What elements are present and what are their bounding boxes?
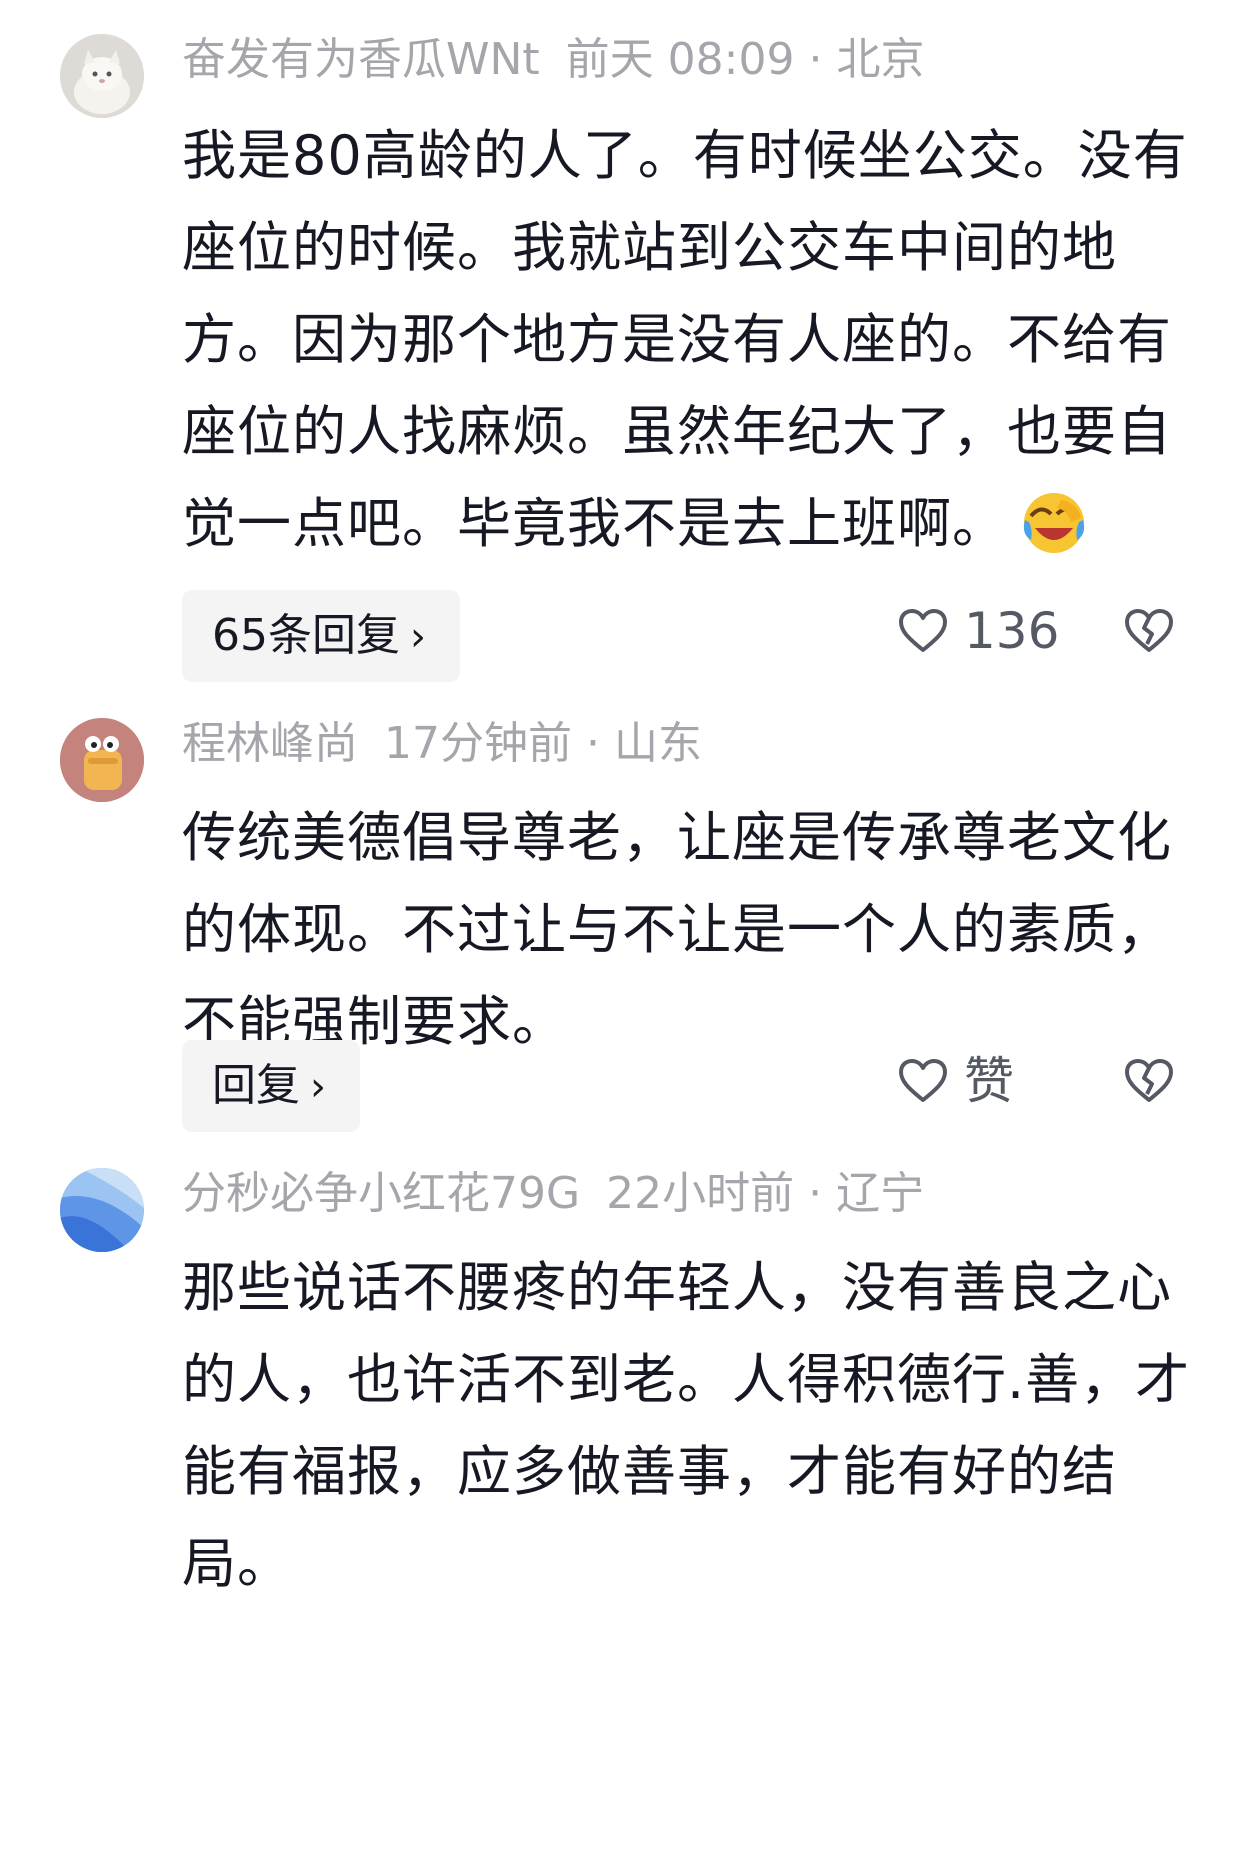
reply-button-label: 65条回复 <box>212 610 400 661</box>
comment-item: 分秒必争小红花79G 22小时前 · 辽宁 那些说话不腰疼的年轻人，没有善良之心的人，… <box>0 1150 1242 1856</box>
username[interactable]: 程林峰尚 <box>182 718 358 769</box>
heart-outline-icon <box>899 1058 947 1102</box>
comment-meta: 程林峰尚 17分钟前 · 山东 <box>182 714 702 774</box>
cartoon-avatar-image <box>60 718 144 802</box>
comment-text: 传统美德倡导尊老，让座是传承尊老文化的体现。不过让与不让是一个人的素质，不能强制… <box>182 806 1172 1053</box>
broken-heart-icon <box>1125 1058 1173 1102</box>
comment-item: 程林峰尚 17分钟前 · 山东 传统美德倡导尊老，让座是传承尊老文化的体现。不过让与不… <box>0 700 1242 1150</box>
chevron-right-icon: › <box>410 614 426 660</box>
laughing-crying-emoji-icon <box>1021 490 1087 584</box>
comment-text-container: 那些说话不腰疼的年轻人，没有善良之心的人，也许活不到老。人得积德行.善，才能有福… <box>182 1242 1192 1610</box>
comment-text-container: 我是80高龄的人了。有时候坐公交。没有座位的时候。我就站到公交车中间的地方。因为… <box>182 110 1192 584</box>
reply-button[interactable]: 回复 › <box>182 1040 360 1132</box>
like-button[interactable]: 136 <box>898 584 1059 676</box>
like-button[interactable]: 赞 <box>898 1034 1014 1126</box>
like-label: 赞 <box>964 1051 1014 1110</box>
timestamp: 17分钟前 <box>384 718 572 769</box>
avatar[interactable] <box>60 34 144 118</box>
comment-text-container: 传统美德倡导尊老，让座是传承尊老文化的体现。不过让与不让是一个人的素质，不能强制… <box>182 792 1192 1068</box>
comment-meta: 分秒必争小红花79G 22小时前 · 辽宁 <box>182 1164 924 1224</box>
broken-heart-icon <box>1125 608 1173 652</box>
location: 北京 <box>836 34 925 85</box>
chevron-right-icon: › <box>310 1064 326 1110</box>
comment-text: 那些说话不腰疼的年轻人，没有善良之心的人，也许活不到老。人得积德行.善，才能有福… <box>182 1256 1191 1595</box>
timestamp: 22小时前 <box>606 1168 795 1219</box>
timestamp: 前天 08:09 <box>565 34 795 85</box>
blue-abstract-avatar-image <box>60 1168 144 1252</box>
separator-dot: · <box>808 34 823 85</box>
username[interactable]: 分秒必争小红花79G <box>182 1168 580 1219</box>
reply-button-label: 回复 <box>212 1060 300 1111</box>
view-replies-button[interactable]: 65条回复 › <box>182 590 460 682</box>
separator-dot: · <box>586 718 600 769</box>
avatar[interactable] <box>60 718 144 802</box>
username[interactable]: 奋发有为香瓜WNt <box>182 34 540 85</box>
comment-meta: 奋发有为香瓜WNt 前天 08:09 · 北京 <box>182 30 924 90</box>
comment-item: 奋发有为香瓜WNt 前天 08:09 · 北京 我是80高龄的人了。有时候坐公交。没有… <box>0 0 1242 700</box>
cat-avatar-image <box>60 34 144 118</box>
separator-dot: · <box>808 1168 823 1219</box>
dislike-button[interactable] <box>1124 1034 1174 1126</box>
location: 辽宁 <box>836 1168 925 1219</box>
avatar[interactable] <box>60 1168 144 1252</box>
like-count: 136 <box>964 601 1060 660</box>
location: 山东 <box>614 718 702 769</box>
dislike-button[interactable] <box>1124 584 1174 676</box>
heart-outline-icon <box>899 608 947 652</box>
